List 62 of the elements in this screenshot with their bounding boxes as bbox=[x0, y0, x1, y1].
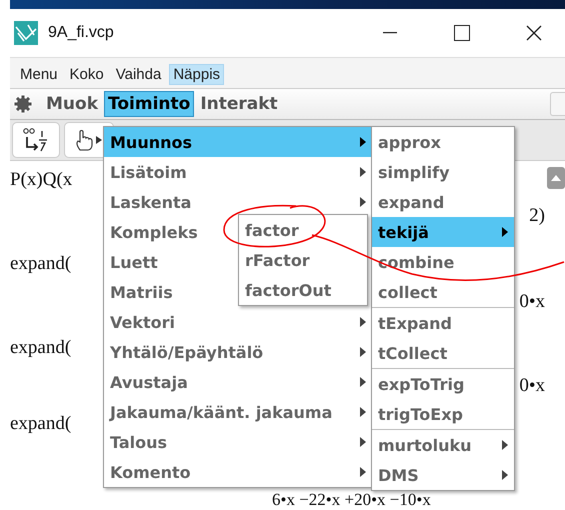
toolbar-tab[interactable]: Toiminto bbox=[104, 91, 194, 117]
menu-item[interactable]: Matriis bbox=[110, 282, 173, 302]
submenu-arrow-icon bbox=[360, 467, 366, 477]
math-result: 6•x −22•x +20•x −10•x bbox=[272, 491, 431, 509]
math-result: 0•x bbox=[519, 375, 545, 397]
math-expression: expand( bbox=[10, 253, 72, 275]
menu-item[interactable]: expToTrig bbox=[372, 369, 514, 399]
menu-item[interactable]: factorOut bbox=[239, 275, 367, 305]
submenu-arrow-icon bbox=[360, 197, 366, 207]
window-title: 9A_fi.vcp bbox=[48, 24, 115, 42]
app-logo-icon bbox=[14, 21, 38, 45]
submenu-arrow-icon bbox=[360, 317, 366, 327]
submenu-arrow-icon bbox=[360, 137, 366, 147]
submenu-arrow-icon bbox=[360, 167, 366, 177]
math-expression: expand( bbox=[10, 413, 72, 435]
menu-item[interactable]: factor bbox=[239, 215, 367, 245]
math-expression: P(x)Q(x bbox=[10, 169, 72, 191]
menu-item[interactable]: approx bbox=[372, 127, 514, 157]
menu-item[interactable]: tExpand bbox=[372, 308, 514, 338]
settings-icon[interactable] bbox=[14, 95, 32, 113]
menu-item[interactable]: Kompleks bbox=[110, 222, 198, 242]
hand-pointer-icon bbox=[74, 129, 104, 151]
close-icon bbox=[526, 25, 542, 41]
scroll-up-button[interactable] bbox=[547, 167, 565, 189]
menu-item[interactable]: rFactor bbox=[239, 245, 367, 275]
menu-item[interactable]: simplify bbox=[372, 157, 514, 187]
menu-item[interactable]: Menu bbox=[16, 64, 62, 85]
decimal-fraction-button[interactable] bbox=[12, 122, 60, 158]
menu-item[interactable]: Lisätoim bbox=[104, 157, 372, 187]
toolbar-tab[interactable]: Muok bbox=[42, 91, 102, 117]
menu-item[interactable]: Luett bbox=[110, 252, 158, 272]
menu-item[interactable]: collect bbox=[372, 277, 514, 307]
math-expression: expand( bbox=[10, 337, 72, 359]
menu-item[interactable]: tekijä bbox=[372, 217, 514, 247]
menu-item[interactable]: Vektori bbox=[104, 307, 372, 337]
menu-item[interactable]: Muunnos bbox=[104, 127, 372, 157]
math-result: 2) bbox=[529, 205, 545, 227]
menu-item[interactable]: Komento bbox=[104, 457, 372, 487]
menu-item[interactable]: Koko bbox=[66, 64, 108, 85]
menu-item[interactable]: Avustaja bbox=[104, 367, 372, 397]
menu-item[interactable]: Talous bbox=[104, 427, 372, 457]
toolbar-tab[interactable]: Interakt bbox=[196, 91, 282, 117]
menu-item[interactable]: Vaihda bbox=[112, 64, 166, 85]
menu-item[interactable]: Jakauma/käänt. jakauma bbox=[104, 397, 372, 427]
menu-item[interactable]: murtoluku bbox=[372, 430, 514, 460]
submenu-arrow-icon bbox=[360, 377, 366, 387]
up-arrow-icon bbox=[551, 175, 561, 181]
decimal-fraction-icon bbox=[23, 127, 49, 153]
submenu-arrow-icon bbox=[360, 347, 366, 357]
menu-item[interactable]: DMS bbox=[372, 460, 514, 490]
submenu-arrow-icon bbox=[360, 407, 366, 417]
math-result: 0•x bbox=[519, 291, 545, 313]
maximize-icon bbox=[454, 25, 470, 41]
menu-item[interactable]: Yhtälö/Epäyhtälö bbox=[104, 337, 372, 367]
menu-item[interactable]: tCollect bbox=[372, 338, 514, 368]
minimize-icon bbox=[383, 32, 397, 34]
menu-item[interactable]: expand bbox=[372, 187, 514, 217]
menu-item[interactable]: trigToExp bbox=[372, 399, 514, 429]
menu-item[interactable]: Laskenta bbox=[104, 187, 372, 217]
menu-item[interactable]: combine bbox=[372, 247, 514, 277]
submenu-arrow-icon bbox=[360, 437, 366, 447]
menu-item[interactable]: Näppis bbox=[169, 64, 224, 85]
